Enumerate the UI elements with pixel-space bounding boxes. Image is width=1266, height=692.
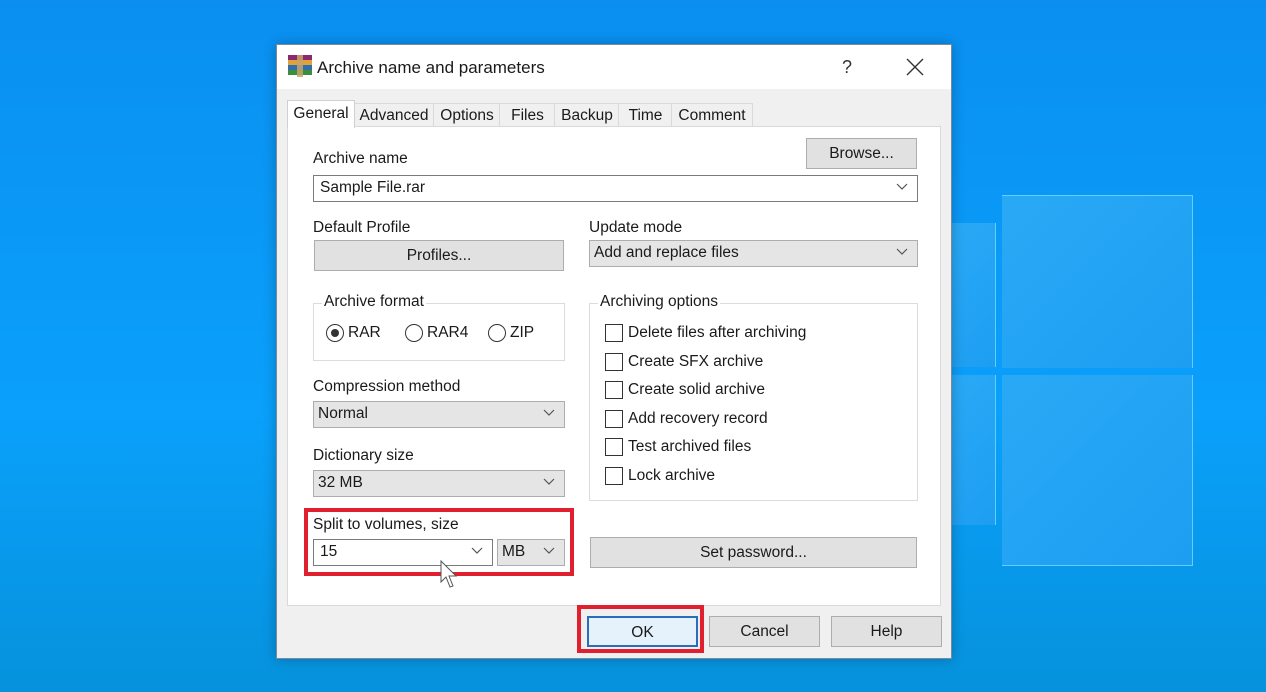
title-bar[interactable]: Archive name and parameters ?: [277, 45, 951, 89]
cancel-button[interactable]: Cancel: [709, 616, 820, 647]
radio-zip[interactable]: ZIP: [488, 324, 534, 342]
checkbox-create-solid[interactable]: Create solid archive: [605, 381, 765, 399]
general-panel: Archive name Browse... Sample File.rar D…: [287, 126, 941, 606]
dictionary-size-label: Dictionary size: [313, 447, 414, 464]
tab-time[interactable]: Time: [618, 103, 673, 127]
checkbox-label: Test archived files: [628, 438, 752, 455]
winrar-app-icon: [288, 55, 312, 77]
archive-name-label: Archive name: [313, 150, 408, 167]
checkbox: [605, 381, 623, 399]
checkbox-recovery-record[interactable]: Add recovery record: [605, 410, 768, 428]
radio-rar4[interactable]: RAR4: [405, 324, 468, 342]
split-unit-dropdown[interactable]: MB: [497, 539, 565, 566]
radio-button: [405, 324, 423, 342]
update-mode-dropdown[interactable]: Add and replace files: [589, 240, 918, 267]
windows-logo-pane: [950, 375, 996, 525]
windows-logo-pane: [1002, 195, 1193, 368]
tab-backup[interactable]: Backup: [554, 103, 620, 127]
archive-name-field[interactable]: Sample File.rar: [313, 175, 918, 202]
compression-method-label: Compression method: [313, 378, 461, 395]
split-volumes-label: Split to volumes, size: [313, 516, 459, 533]
radio-button: [488, 324, 506, 342]
checkbox-label: Add recovery record: [628, 410, 768, 427]
archive-name-value: Sample File.rar: [320, 179, 426, 196]
ok-button[interactable]: OK: [587, 616, 698, 647]
checkbox-label: Lock archive: [628, 467, 716, 484]
set-password-button[interactable]: Set password...: [590, 537, 917, 568]
checkbox: [605, 410, 623, 428]
split-unit-value: MB: [502, 543, 526, 560]
checkbox: [605, 324, 623, 342]
checkbox: [605, 467, 623, 485]
split-volume-size-value: 15: [320, 543, 338, 560]
radio-selected-dot: [331, 329, 339, 337]
checkbox: [605, 353, 623, 371]
chevron-down-icon: [543, 478, 555, 485]
tab-comment[interactable]: Comment: [671, 103, 753, 127]
update-mode-value: Add and replace files: [594, 244, 739, 261]
radio-label: ZIP: [510, 324, 535, 341]
checkbox-label: Delete files after archiving: [628, 324, 807, 341]
dialog-title: Archive name and parameters: [317, 58, 545, 77]
radio-label: RAR4: [427, 324, 469, 341]
mouse-cursor-icon: [440, 560, 458, 588]
checkbox-label: Create SFX archive: [628, 353, 764, 370]
chevron-down-icon: [896, 248, 908, 255]
radio-label: RAR: [348, 324, 381, 341]
browse-button[interactable]: Browse...: [806, 138, 917, 169]
archive-format-title: Archive format: [322, 293, 426, 311]
default-profile-label: Default Profile: [313, 219, 411, 236]
checkbox-label: Create solid archive: [628, 381, 765, 398]
help-title-button[interactable]: ?: [825, 51, 869, 83]
archiving-options-group: Archiving options Delete files after arc…: [589, 293, 918, 501]
tab-advanced[interactable]: Advanced: [353, 103, 435, 127]
tab-options[interactable]: Options: [433, 103, 501, 127]
windows-logo: [950, 195, 1200, 566]
tab-files[interactable]: Files: [499, 103, 556, 127]
split-volume-size-field[interactable]: 15: [313, 539, 493, 566]
compression-method-dropdown[interactable]: Normal: [313, 401, 565, 428]
checkbox-create-sfx[interactable]: Create SFX archive: [605, 353, 763, 371]
archive-dialog: Archive name and parameters ? General Ad…: [276, 44, 952, 659]
update-mode-label: Update mode: [589, 219, 683, 236]
chevron-down-icon: [896, 183, 908, 190]
close-button[interactable]: [889, 51, 941, 83]
help-button[interactable]: Help: [831, 616, 942, 647]
chevron-down-icon: [471, 547, 483, 554]
checkbox-lock-archive[interactable]: Lock archive: [605, 467, 715, 485]
windows-logo-pane: [950, 223, 996, 367]
archiving-options-title: Archiving options: [598, 293, 721, 311]
windows-logo-pane: [1002, 375, 1193, 566]
compression-method-value: Normal: [318, 405, 368, 422]
radio-button: [326, 324, 344, 342]
archive-format-group: Archive format RAR RAR4 ZIP: [313, 293, 565, 361]
chevron-down-icon: [543, 547, 555, 554]
checkbox-test-archived[interactable]: Test archived files: [605, 438, 751, 456]
close-icon: [906, 58, 924, 76]
checkbox: [605, 438, 623, 456]
dictionary-size-dropdown[interactable]: 32 MB: [313, 470, 565, 497]
radio-rar[interactable]: RAR: [326, 324, 381, 342]
checkbox-delete-files[interactable]: Delete files after archiving: [605, 324, 806, 342]
profiles-button[interactable]: Profiles...: [314, 240, 564, 271]
tab-general[interactable]: General: [287, 100, 355, 128]
dictionary-size-value: 32 MB: [318, 474, 363, 491]
chevron-down-icon: [543, 409, 555, 416]
